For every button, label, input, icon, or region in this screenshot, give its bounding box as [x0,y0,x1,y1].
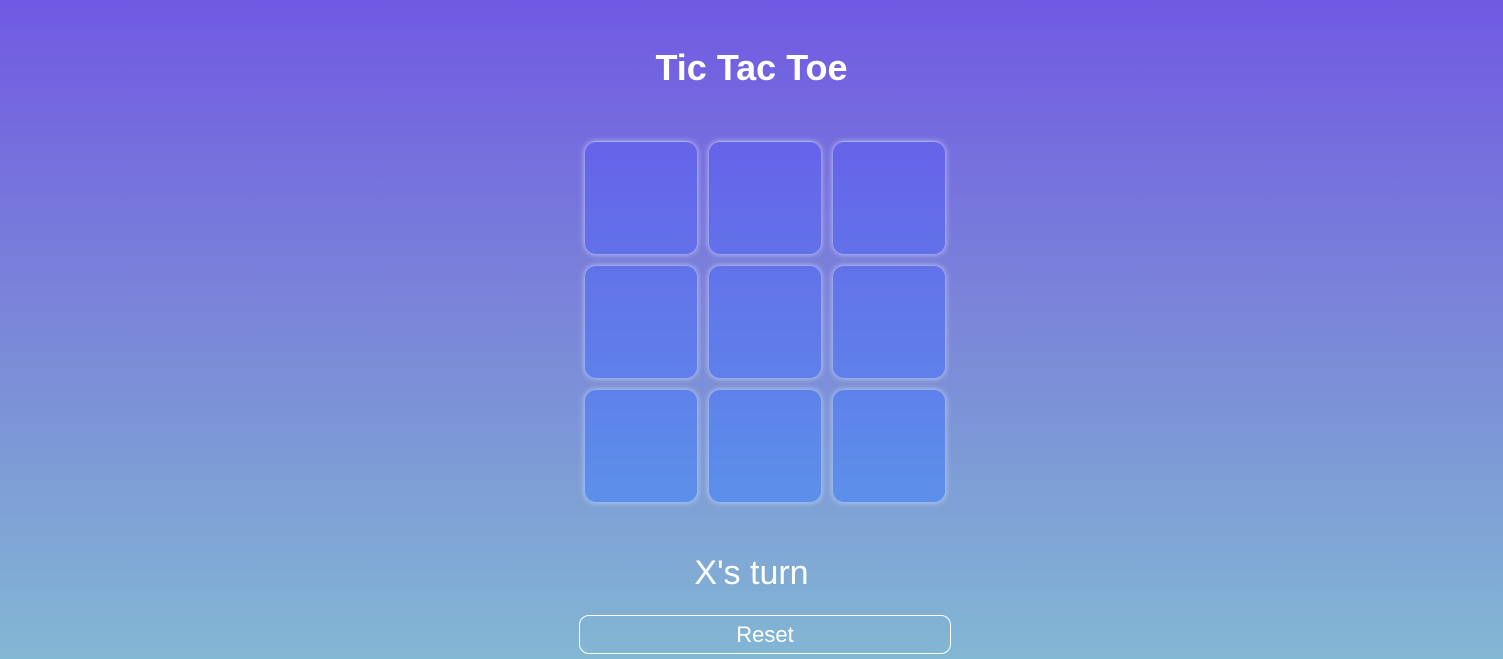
game-board [584,141,946,503]
board-cell-2[interactable] [708,141,822,255]
board-cell-4[interactable] [584,265,698,379]
board-cell-3[interactable] [832,141,946,255]
board-cell-9[interactable] [832,389,946,503]
board-cell-5[interactable] [708,265,822,379]
reset-button[interactable]: Reset [579,615,951,654]
board-cell-7[interactable] [584,389,698,503]
board-cell-1[interactable] [584,141,698,255]
board-cell-8[interactable] [708,389,822,503]
page-title: Tic Tac Toe [655,47,848,88]
turn-status: X's turn [694,554,809,592]
board-cell-6[interactable] [832,265,946,379]
